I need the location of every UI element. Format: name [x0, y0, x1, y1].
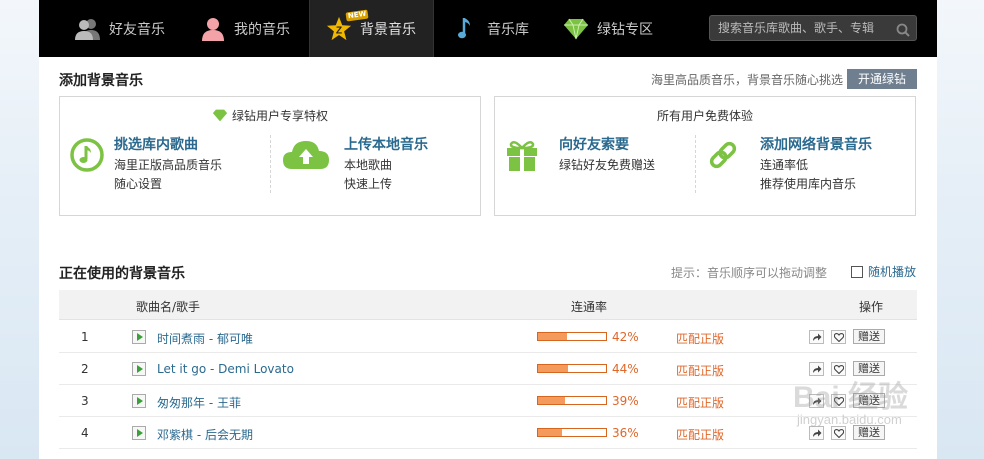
gift-button[interactable]: 赠送: [853, 329, 885, 344]
random-play-toggle[interactable]: 随机播放: [851, 263, 916, 280]
rate-bar-fill: [538, 365, 568, 372]
divider: [695, 135, 696, 193]
share-icon[interactable]: [809, 426, 824, 440]
gift-icon: [504, 137, 542, 175]
match-genuine-link[interactable]: 匹配正版: [676, 426, 724, 443]
row-number: 2: [81, 362, 89, 376]
cloud-upload-icon: [282, 137, 330, 175]
vip-heading-text: 绿钻用户专享特权: [231, 109, 328, 123]
top-nav: 好友音乐 我的音乐 Z NEW 背景音乐 音乐库 绿钻专区 搜索音乐库歌曲、歌手…: [39, 0, 937, 57]
table-row[interactable]: 4 邓紫棋 - 后会无期 36% 匹配正版 赠送: [59, 417, 917, 449]
table-row[interactable]: 2 Let it go - Demi Lovato 44% 匹配正版 赠送: [59, 353, 917, 385]
nav-music-library[interactable]: 音乐库: [453, 0, 529, 57]
song-title-link[interactable]: 匆匆那年 - 王菲: [157, 394, 241, 411]
play-icon[interactable]: [132, 362, 146, 376]
feature-desc: 连通率低: [760, 158, 809, 172]
nav-green-diamond[interactable]: 绿钻专区: [563, 0, 653, 57]
random-play-checkbox[interactable]: [851, 265, 863, 278]
search-input[interactable]: 搜索音乐库歌曲、歌手、专辑: [709, 15, 917, 41]
nav-label: 背景音乐: [360, 21, 416, 38]
search-placeholder: 搜索音乐库歌曲、歌手、专辑: [718, 21, 875, 35]
drag-hint: 提示：音乐顺序可以拖动调整: [671, 266, 828, 280]
feature-desc: 绿钻好友免费赠送: [559, 158, 656, 172]
share-icon[interactable]: [809, 330, 824, 344]
small-diamond-icon: [212, 109, 228, 125]
feature-upload-local[interactable]: 上传本地音乐 本地歌曲 快速上传: [282, 135, 472, 195]
match-genuine-link[interactable]: 匹配正版: [676, 394, 724, 411]
link-icon: [705, 137, 743, 175]
gift-button[interactable]: 赠送: [853, 425, 885, 440]
vip-box-heading: 绿钻用户专享特权: [60, 107, 480, 125]
table-row[interactable]: 3 匆匆那年 - 王菲 39% 匹配正版 赠送: [59, 385, 917, 417]
nav-label: 绿钻专区: [597, 21, 653, 38]
nav-my-music[interactable]: 我的音乐: [200, 0, 290, 57]
free-feature-box: 所有用户免费体验 向好友索要 绿钻好友免费赠送 添加网络背景音乐 连通率低 推荐…: [494, 96, 916, 216]
free-box-heading: 所有用户免费体验: [656, 109, 753, 123]
watermark: Bai 经验: [793, 381, 909, 414]
col-ops: 操作: [859, 300, 884, 314]
nav-friends-music[interactable]: 好友音乐: [75, 0, 165, 57]
heart-icon[interactable]: [831, 330, 846, 344]
friends-icon: [75, 16, 101, 42]
rate-bar-fill: [538, 397, 565, 404]
rate-bar: [537, 332, 607, 341]
feature-title: 挑选库内歌曲: [114, 137, 198, 153]
nav-label: 好友音乐: [109, 21, 165, 38]
rate-bar-fill: [538, 429, 562, 436]
rate-bar: [537, 396, 607, 405]
nav-label: 音乐库: [487, 21, 529, 38]
current-bg-music-title: 正在使用的背景音乐: [59, 266, 185, 282]
rate-bar-fill: [538, 333, 567, 340]
col-song: 歌曲名/歌手: [136, 300, 201, 314]
song-title-link[interactable]: Let it go - Demi Lovato: [157, 362, 294, 376]
nav-label: 我的音乐: [234, 21, 290, 38]
rate-percent: 36%: [612, 426, 639, 440]
open-green-diamond-button[interactable]: 开通绿钻: [847, 69, 917, 89]
music-app-frame: 好友音乐 我的音乐 Z NEW 背景音乐 音乐库 绿钻专区 搜索音乐库歌曲、歌手…: [39, 0, 937, 459]
rate-bar: [537, 428, 607, 437]
music-disc-icon: [69, 137, 107, 175]
add-bg-music-title: 添加背景音乐: [59, 73, 143, 89]
feature-desc: 快速上传: [344, 177, 393, 191]
promo-text: 海里高品质音乐，背景音乐随心挑选: [651, 73, 844, 87]
feature-desc: 推荐使用库内音乐: [760, 177, 857, 191]
song-title-link[interactable]: 时间煮雨 - 郁可唯: [157, 330, 253, 347]
music-note-icon: [453, 16, 479, 42]
row-number: 3: [81, 394, 89, 408]
search-icon[interactable]: [896, 21, 910, 45]
song-title-link[interactable]: 邓紫棋 - 后会无期: [157, 426, 253, 443]
table-header: 歌曲名/歌手 连通率 操作: [59, 290, 917, 320]
feature-add-network-music[interactable]: 添加网络背景音乐 连通率低 推荐使用库内音乐: [705, 135, 905, 195]
nav-bg-music[interactable]: Z NEW 背景音乐: [309, 0, 434, 57]
match-genuine-link[interactable]: 匹配正版: [676, 362, 724, 379]
user-icon: [200, 16, 226, 42]
vip-feature-box: 绿钻用户专享特权 挑选库内歌曲 海里正版高品质音乐 随心设置 上传本地音乐 本地…: [59, 96, 481, 216]
feature-desc: 本地歌曲: [344, 158, 393, 172]
play-icon[interactable]: [132, 394, 146, 408]
feature-title: 添加网络背景音乐: [760, 137, 872, 153]
col-rate: 连通率: [571, 300, 608, 314]
watermark-url: jingyan.baidu.com: [797, 412, 902, 427]
feature-desc: 海里正版高品质音乐: [114, 158, 223, 172]
feature-desc: 随心设置: [114, 177, 163, 191]
play-icon[interactable]: [132, 426, 146, 440]
match-genuine-link[interactable]: 匹配正版: [676, 330, 724, 347]
green-diamond-icon: [563, 16, 589, 42]
row-number: 4: [81, 426, 89, 440]
row-number: 1: [81, 330, 89, 344]
play-icon[interactable]: [132, 330, 146, 344]
rate-bar: [537, 364, 607, 373]
feature-title: 上传本地音乐: [344, 137, 428, 153]
svg-text:Z: Z: [336, 25, 342, 36]
feature-pick-library[interactable]: 挑选库内歌曲 海里正版高品质音乐 随心设置: [69, 135, 259, 195]
rate-percent: 44%: [612, 362, 639, 376]
table-row[interactable]: 1 时间煮雨 - 郁可唯 42% 匹配正版 赠送: [59, 321, 917, 353]
feature-title: 向好友索要: [559, 137, 629, 153]
feature-ask-friend[interactable]: 向好友索要 绿钻好友免费赠送: [504, 135, 694, 195]
random-play-label: 随机播放: [868, 265, 917, 279]
heart-icon[interactable]: [831, 426, 846, 440]
rate-percent: 39%: [612, 394, 639, 408]
rate-percent: 42%: [612, 330, 639, 344]
divider: [270, 135, 271, 193]
